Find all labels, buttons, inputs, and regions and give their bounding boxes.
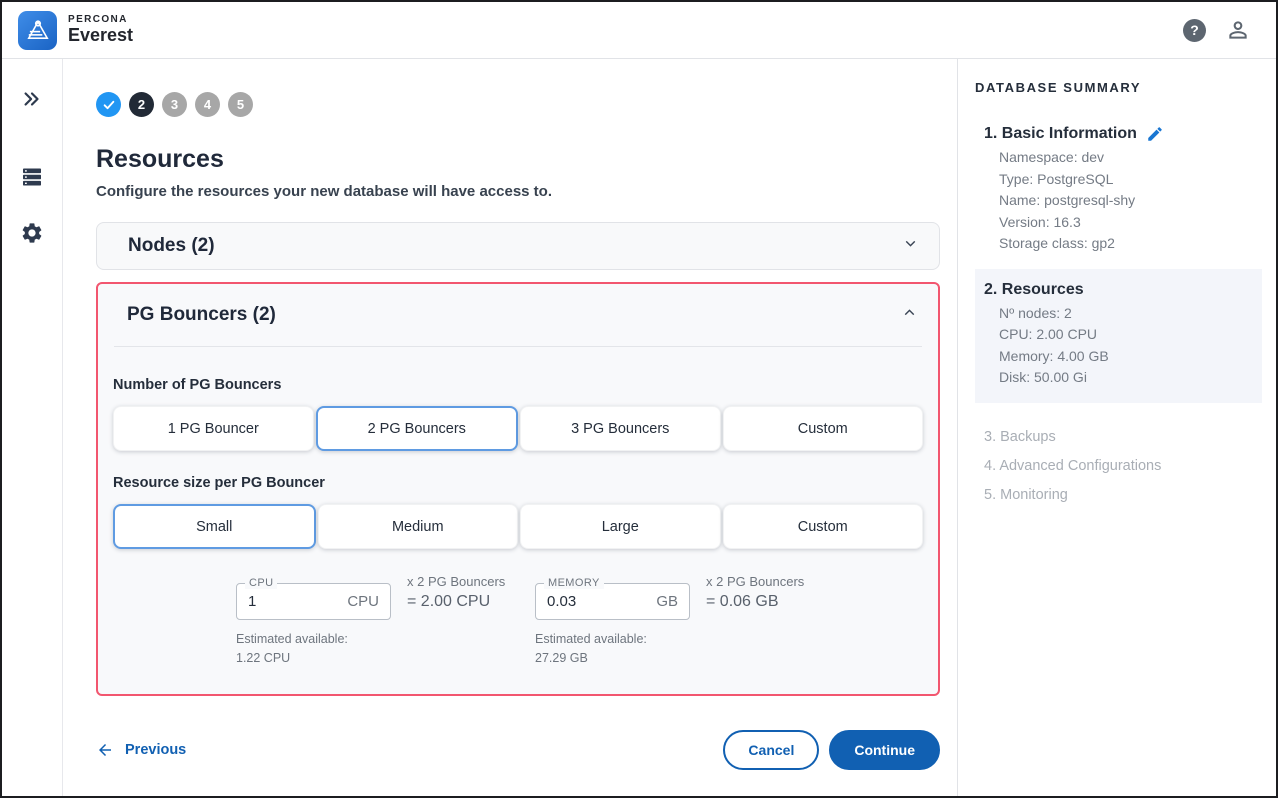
memory-field: MEMORY GB <box>535 583 690 620</box>
help-glyph: ? <box>1190 22 1199 38</box>
summary-section-title: 2. Resources <box>984 281 1084 299</box>
nodes-accordion-title: Nodes (2) <box>128 235 215 257</box>
memory-group: MEMORY GB Estimated available: 27.29 GB <box>535 583 834 668</box>
brand: PERCONA Everest <box>18 11 133 50</box>
cpu-unit: CPU <box>347 593 379 610</box>
size-option-medium[interactable]: Medium <box>318 504 519 549</box>
summary-item: Version: 16.3 <box>999 212 1262 234</box>
wizard-stepper: 2 3 4 5 <box>96 92 940 117</box>
summary-item: Disk: 50.00 Gi <box>999 367 1262 389</box>
step-5[interactable]: 5 <box>228 92 253 117</box>
step-3[interactable]: 3 <box>162 92 187 117</box>
summary-section-title: 1. Basic Information <box>984 125 1137 143</box>
cpu-estimated: Estimated available: 1.22 CPU <box>236 630 391 668</box>
summary-item: Nº nodes: 2 <box>999 303 1262 325</box>
left-nav <box>2 59 63 796</box>
cpu-field: CPU CPU <box>236 583 391 620</box>
cpu-calc: x 2 PG Bouncers = 2.00 CPU <box>407 574 505 611</box>
account-icon[interactable] <box>1224 16 1252 44</box>
page-title: Resources <box>96 145 940 174</box>
percona-logo-icon <box>18 11 57 50</box>
top-bar-actions: ? <box>1183 16 1252 44</box>
databases-list-icon[interactable] <box>18 163 46 191</box>
nodes-accordion[interactable]: Nodes (2) <box>96 222 940 270</box>
pg-bouncers-accordion[interactable]: PG Bouncers (2) <box>98 284 938 346</box>
count-option-3-pg-bouncers[interactable]: 3 PG Bouncers <box>520 406 721 451</box>
arrow-left-icon <box>96 741 114 759</box>
summary-item: Namespace: dev <box>999 147 1262 169</box>
pg-bouncer-count-toggle-group: 1 PG Bouncer 2 PG Bouncers 3 PG Bouncers… <box>113 406 923 451</box>
wizard-main: 2 3 4 5 Resources Configure the resource… <box>63 59 957 796</box>
summary-item: Memory: 4.00 GB <box>999 346 1262 368</box>
brand-everest: Everest <box>68 26 133 45</box>
cpu-input[interactable] <box>248 593 318 610</box>
summary-section-monitoring: 5. Monitoring <box>984 485 1262 506</box>
previous-label: Previous <box>125 742 186 758</box>
summary-section-backups: 3. Backups <box>984 427 1262 448</box>
chevron-down-icon <box>902 235 919 257</box>
summary-section-advanced-configurations: 4. Advanced Configurations <box>984 456 1262 477</box>
count-option-2-pg-bouncers[interactable]: 2 PG Bouncers <box>316 406 519 451</box>
count-group-label: Number of PG Bouncers <box>113 377 923 393</box>
wizard-actions: Previous Cancel Continue <box>96 730 940 770</box>
edit-icon[interactable] <box>1146 125 1164 143</box>
pg-bouncers-panel: PG Bouncers (2) Number of PG Bouncers 1 … <box>96 282 940 696</box>
summary-item: CPU: 2.00 CPU <box>999 324 1262 346</box>
cpu-group: CPU CPU Estimated available: 1.22 CPU <box>236 583 535 668</box>
resource-size-toggle-group: Small Medium Large Custom <box>113 504 923 549</box>
memory-calc: x 2 PG Bouncers = 0.06 GB <box>706 574 804 611</box>
summary-pending-sections: 3. Backups 4. Advanced Configurations 5.… <box>975 427 1262 506</box>
memory-unit: GB <box>656 593 678 610</box>
size-group-label: Resource size per PG Bouncer <box>113 475 923 491</box>
page-subtitle: Configure the resources your new databas… <box>96 183 940 200</box>
pg-bouncers-title: PG Bouncers (2) <box>127 304 276 326</box>
expand-sidebar-icon[interactable] <box>18 85 46 113</box>
step-4[interactable]: 4 <box>195 92 220 117</box>
summary-section-resources: 2. Resources Nº nodes: 2 CPU: 2.00 CPU M… <box>975 269 1262 403</box>
continue-button[interactable]: Continue <box>829 730 940 770</box>
summary-title: DATABASE SUMMARY <box>975 80 1262 95</box>
app-window: PERCONA Everest ? <box>0 0 1278 798</box>
size-option-custom[interactable]: Custom <box>723 504 924 549</box>
brand-text: PERCONA Everest <box>68 15 133 44</box>
cpu-field-label: CPU <box>245 577 277 589</box>
check-icon <box>102 98 116 112</box>
memory-input[interactable] <box>547 593 617 610</box>
count-option-1-pg-bouncer[interactable]: 1 PG Bouncer <box>113 406 314 451</box>
top-bar: PERCONA Everest ? <box>2 2 1276 59</box>
resource-inputs-row: CPU CPU Estimated available: 1.22 CPU <box>236 583 923 668</box>
step-2-active[interactable]: 2 <box>129 92 154 117</box>
summary-item: Storage class: gp2 <box>999 233 1262 255</box>
summary-item: Type: PostgreSQL <box>999 169 1262 191</box>
count-option-custom[interactable]: Custom <box>723 406 924 451</box>
memory-field-label: MEMORY <box>544 577 604 589</box>
previous-button[interactable]: Previous <box>96 741 186 759</box>
chevron-up-icon <box>901 304 918 326</box>
cancel-button[interactable]: Cancel <box>723 730 819 770</box>
summary-item: Name: postgresql-shy <box>999 190 1262 212</box>
summary-section-basic-information: 1. Basic Information Namespace: dev Type… <box>975 125 1262 255</box>
settings-gear-icon[interactable] <box>18 219 46 247</box>
step-1-done[interactable] <box>96 92 121 117</box>
size-option-small[interactable]: Small <box>113 504 316 549</box>
size-option-large[interactable]: Large <box>520 504 721 549</box>
database-summary-panel: DATABASE SUMMARY 1. Basic Information Na… <box>957 59 1276 796</box>
memory-estimated: Estimated available: 27.29 GB <box>535 630 690 668</box>
help-icon[interactable]: ? <box>1183 19 1206 42</box>
